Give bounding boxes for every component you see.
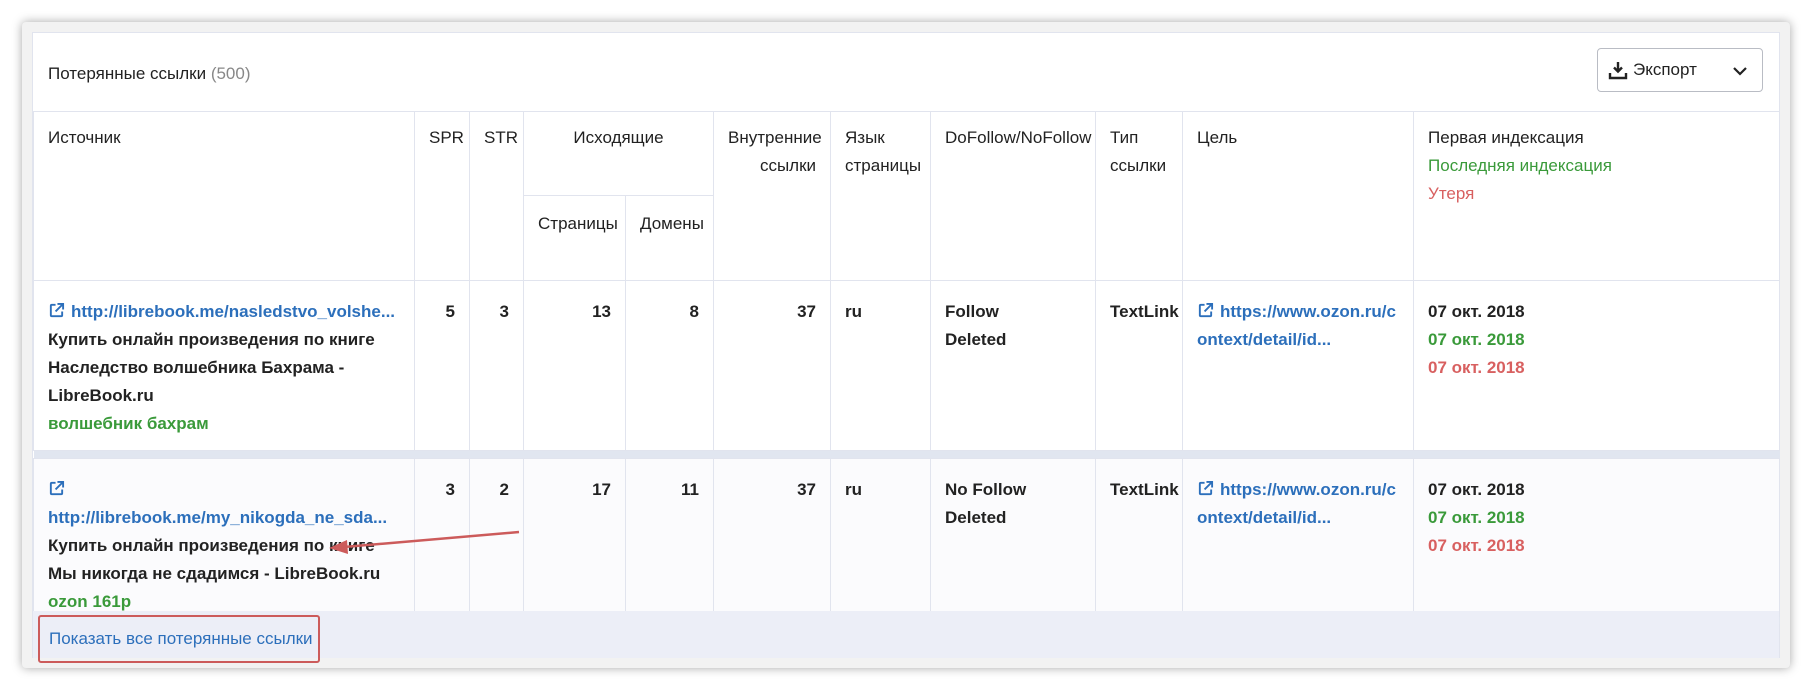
spr-cell: 3	[414, 458, 470, 617]
target-url-link[interactable]: https://www.ozon.ru/context/detail/id...	[1197, 480, 1396, 527]
lost-header: Утеря	[1428, 184, 1475, 203]
column-header-indexation[interactable]: Первая индексация Последняя индексация У…	[1413, 111, 1781, 281]
last-index-date: 07 окт. 2018	[1428, 508, 1525, 527]
lost-links-table: Источник SPR STR Исходящие Внутренние сс…	[33, 111, 1781, 625]
last-index-date: 07 окт. 2018	[1428, 330, 1525, 349]
internal-links-cell: 37	[713, 458, 832, 617]
target-cell: https://www.ozon.ru/context/detail/id...	[1182, 458, 1415, 617]
show-all-lost-links-button[interactable]: Показать все потерянные ссылки	[38, 615, 320, 663]
external-link-icon[interactable]	[1197, 302, 1214, 319]
language-cell: ru	[830, 280, 932, 451]
column-header-target[interactable]: Цель	[1182, 111, 1415, 281]
column-header-outgoing: Исходящие	[522, 111, 715, 196]
first-index-date: 07 окт. 2018	[1428, 302, 1525, 321]
outgoing-pages-cell: 17	[523, 458, 626, 617]
indexation-cell: 07 окт. 2018 07 окт. 2018 07 окт. 2018	[1413, 280, 1781, 451]
first-index-date: 07 окт. 2018	[1428, 480, 1525, 499]
column-header-spr[interactable]: SPR	[414, 111, 470, 281]
lost-links-panel: Потерянные ссылки (500) Экспорт Источник…	[32, 32, 1781, 663]
screenshot-frame: Потерянные ссылки (500) Экспорт Источник…	[22, 22, 1790, 668]
link-status: Deleted	[945, 330, 1007, 349]
source-url-link[interactable]: http://librebook.me/nasledstvo_volshe...	[71, 302, 395, 321]
panel-footer: Показать все потерянные ссылки	[33, 611, 1779, 663]
str-cell: 3	[469, 280, 524, 451]
panel-title-text: Потерянные ссылки	[48, 64, 207, 83]
link-status: Deleted	[945, 508, 1007, 527]
export-button-label: Экспорт	[1633, 60, 1697, 79]
follow-type: Follow	[945, 302, 999, 321]
last-index-header: Последняя индексация	[1428, 156, 1612, 175]
follow-type: No Follow	[945, 480, 1027, 499]
indexation-cell: 07 окт. 2018 07 окт. 2018 07 окт. 2018	[1413, 458, 1781, 617]
column-header-link-type[interactable]: Тип ссылки	[1095, 111, 1184, 281]
spr-cell: 5	[414, 280, 470, 451]
link-type-cell: TextLink	[1095, 280, 1184, 451]
language-cell: ru	[830, 458, 932, 617]
first-index-header: Первая индексация	[1428, 128, 1584, 147]
column-header-dofollow[interactable]: DoFollow/NoFollow	[930, 111, 1097, 281]
column-header-internal[interactable]: Внутренние ссылки	[713, 111, 832, 281]
internal-links-cell: 37	[713, 280, 832, 451]
external-link-icon[interactable]	[48, 302, 65, 319]
panel-title: Потерянные ссылки (500)	[48, 64, 251, 84]
download-icon	[1608, 62, 1628, 80]
chevron-down-icon[interactable]	[1732, 63, 1748, 79]
dofollow-cell: Follow Deleted	[930, 280, 1097, 451]
source-page-title: Купить онлайн произведения по книге Мы н…	[48, 536, 381, 583]
dofollow-cell: No Follow Deleted	[930, 458, 1097, 617]
column-header-language[interactable]: Язык страницы	[830, 111, 932, 281]
external-link-icon[interactable]	[48, 480, 65, 497]
lost-links-count: (500)	[210, 64, 251, 83]
outgoing-pages-cell: 13	[523, 280, 626, 451]
panel-header: Потерянные ссылки (500) Экспорт	[33, 33, 1779, 111]
outgoing-domains-cell: 8	[624, 280, 715, 451]
lost-date: 07 окт. 2018	[1428, 536, 1525, 555]
column-header-outgoing-pages[interactable]: Страницы	[523, 195, 626, 281]
export-button[interactable]: Экспорт	[1597, 48, 1763, 92]
source-page-title: Купить онлайн произведения по книге Насл…	[48, 330, 375, 405]
source-url-link[interactable]: http://librebook.me/my_nikogda_ne_sda...	[48, 508, 387, 527]
table-row: http://librebook.me/my_nikogda_ne_sda...…	[33, 458, 1781, 617]
row-separator	[33, 450, 1780, 459]
anchor-text: волшебник бахрам	[48, 414, 209, 433]
source-cell: http://librebook.me/my_nikogda_ne_sda...…	[33, 458, 415, 617]
column-header-source[interactable]: Источник	[33, 111, 415, 281]
target-cell: https://www.ozon.ru/context/detail/id...	[1182, 280, 1415, 451]
source-cell: http://librebook.me/nasledstvo_volshe...…	[33, 280, 415, 451]
str-cell: 2	[469, 458, 524, 617]
show-all-lost-links-label: Показать все потерянные ссылки	[49, 629, 313, 648]
table-row: http://librebook.me/nasledstvo_volshe...…	[33, 280, 1781, 451]
column-header-outgoing-domains[interactable]: Домены	[624, 195, 715, 281]
target-url-link[interactable]: https://www.ozon.ru/context/detail/id...	[1197, 302, 1396, 349]
external-link-icon[interactable]	[1197, 480, 1214, 497]
column-header-str[interactable]: STR	[469, 111, 524, 281]
outgoing-domains-cell: 11	[624, 458, 715, 617]
link-type-cell: TextLink	[1095, 458, 1184, 617]
lost-date: 07 окт. 2018	[1428, 358, 1525, 377]
